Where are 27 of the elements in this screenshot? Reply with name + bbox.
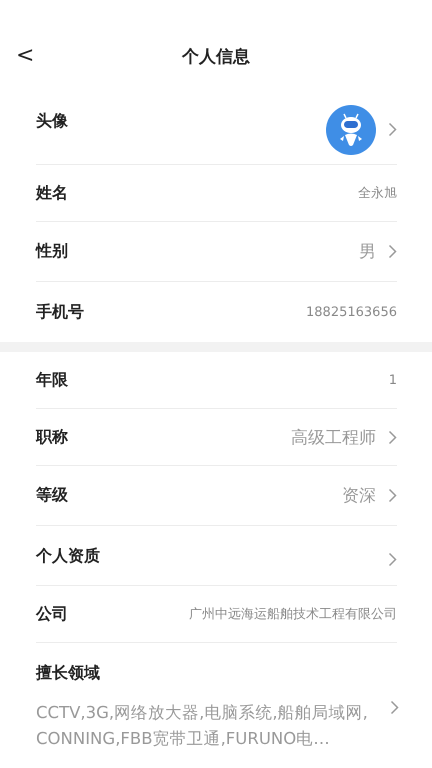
field-value[interactable]: 资深 [342, 484, 376, 507]
field-label: 头像 [36, 111, 68, 132]
chevron-right-icon [388, 122, 397, 137]
chevron-right-icon [388, 430, 397, 444]
robot-avatar-icon[interactable] [326, 104, 376, 154]
chevron-right-icon [388, 552, 397, 567]
field-label: 等级 [36, 485, 68, 506]
chevron-right-icon [388, 488, 397, 503]
field-label: 公司 [36, 604, 68, 624]
field-label: 姓名 [36, 182, 68, 204]
field-label: 个人资质 [36, 546, 100, 567]
field-label: 性别 [36, 241, 68, 262]
field-value[interactable]: 男 [359, 240, 376, 263]
field-value: CCTV,3G,网络放大器,电脑系统,船舶局域网,CONNING,FBB宽带卫通,FURUNO电… [36, 702, 369, 750]
field-value: 广州中远海运船舶技术工程有限公司 [189, 606, 397, 623]
field-value: 1 [388, 372, 397, 388]
field-label: 职称 [36, 426, 68, 448]
field-value: 18825163656 [306, 304, 397, 320]
back-button[interactable]: < [12, 43, 38, 68]
field-label: 擅长领域 [36, 663, 100, 684]
field-value[interactable]: 高级工程师 [291, 426, 376, 448]
field-label: 年限 [36, 370, 68, 390]
page-title: 个人信息 [182, 46, 250, 68]
field-value: 全永旭 [358, 185, 397, 202]
chevron-right-icon [390, 700, 399, 715]
chevron-right-icon [388, 244, 397, 259]
field-label: 手机号 [36, 302, 84, 322]
